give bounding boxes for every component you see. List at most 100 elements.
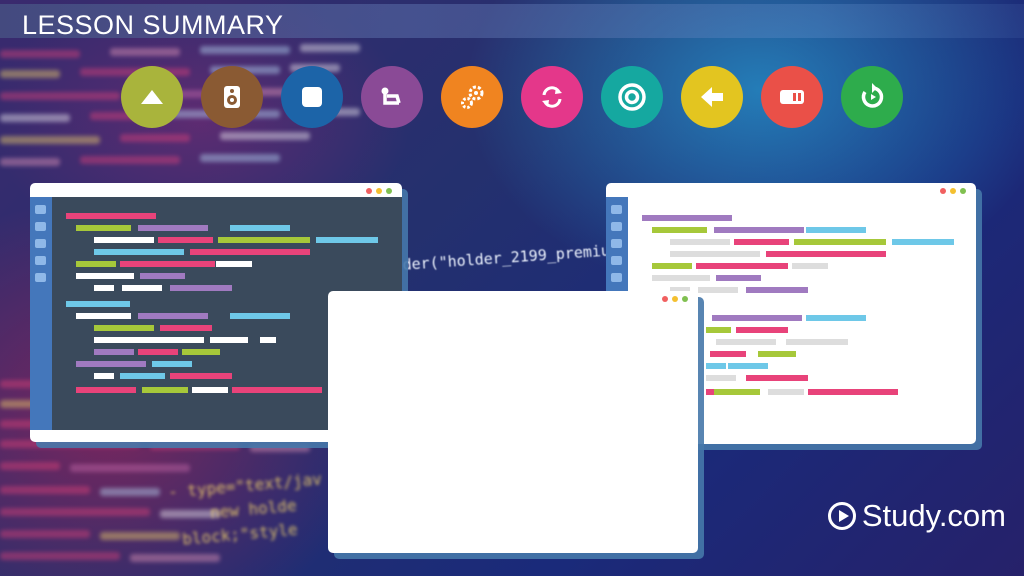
- logo-text: Study.com: [861, 498, 1006, 533]
- code-line: [218, 237, 310, 243]
- code-line: [642, 215, 732, 221]
- background-code-stroke: [0, 462, 60, 470]
- sidebar-file-icon: [35, 205, 46, 214]
- maximize-dot-icon: [960, 188, 966, 194]
- background-code-stroke: [110, 48, 180, 56]
- code-line: [158, 237, 213, 243]
- code-line: [892, 239, 954, 245]
- code-line: [746, 375, 808, 381]
- stop-square-icon: [281, 66, 343, 128]
- background-code-stroke: [100, 488, 160, 496]
- code-line: [76, 225, 131, 231]
- code-line: [758, 351, 796, 357]
- code-line: [94, 249, 184, 255]
- code-line: [812, 339, 848, 345]
- code-line: [766, 251, 886, 257]
- background-code-stroke: [250, 444, 310, 452]
- code-line: [160, 325, 212, 331]
- code-line: [768, 389, 804, 395]
- sidebar-file-icon: [35, 239, 46, 248]
- code-line: [76, 313, 131, 319]
- code-line: [670, 251, 760, 257]
- background-code-stroke: [0, 552, 120, 560]
- sidebar-file-icon: [35, 256, 46, 265]
- code-line: [714, 227, 804, 233]
- battery-icon: [761, 66, 823, 128]
- workflow-icon: [361, 66, 423, 128]
- code-line: [140, 273, 185, 279]
- close-dot-icon: [662, 296, 668, 302]
- code-line: [698, 287, 738, 293]
- code-line: [142, 387, 188, 393]
- code-line: [120, 261, 215, 267]
- background-code-stroke: [0, 486, 90, 494]
- code-line: [76, 261, 116, 267]
- code-line: [94, 349, 134, 355]
- code-line: [706, 327, 731, 333]
- code-line: [806, 227, 866, 233]
- background-code-stroke: [300, 44, 360, 52]
- refresh-icon: [521, 66, 583, 128]
- code-line: [66, 301, 130, 307]
- code-line: [66, 213, 156, 219]
- code-line: [190, 249, 310, 255]
- code-line: [714, 389, 760, 395]
- background-code-stroke: [0, 136, 100, 144]
- code-line: [94, 325, 154, 331]
- code-line: [710, 351, 746, 357]
- background-code-stroke: [70, 464, 190, 472]
- close-dot-icon: [366, 188, 372, 194]
- code-line: [670, 239, 730, 245]
- code-line: [808, 389, 898, 395]
- code-line: [94, 285, 114, 291]
- code-line: [794, 239, 886, 245]
- maximize-dot-icon: [386, 188, 392, 194]
- background-code-stroke: [0, 530, 90, 538]
- code-line: [716, 339, 776, 345]
- code-line: [76, 387, 136, 393]
- background-code-stroke: [0, 50, 80, 58]
- background-code-stroke: [150, 442, 240, 450]
- sidebar-file-icon: [35, 273, 46, 282]
- minimize-dot-icon: [950, 188, 956, 194]
- code-line: [94, 337, 204, 343]
- code-line: [170, 285, 232, 291]
- blank-window: [328, 291, 698, 553]
- sidebar-file-icon: [35, 222, 46, 231]
- icon-row: [0, 66, 1024, 128]
- background-code-stroke: [120, 134, 190, 142]
- arrow-left-icon: [681, 66, 743, 128]
- code-line: [230, 313, 290, 319]
- code-line: [182, 349, 220, 355]
- code-line: [76, 361, 146, 367]
- speaker-icon: [201, 66, 263, 128]
- title-bar: LESSON SUMMARY: [0, 4, 1024, 40]
- triangle-up-icon: [121, 66, 183, 128]
- code-line: [170, 373, 232, 379]
- editor-sidebar: [30, 197, 52, 430]
- code-line: [216, 261, 252, 267]
- close-dot-icon: [940, 188, 946, 194]
- page-title: LESSON SUMMARY: [22, 10, 284, 40]
- code-line: [76, 273, 134, 279]
- window-controls: [366, 188, 392, 194]
- code-line: [122, 285, 162, 291]
- code-line: [712, 315, 802, 321]
- code-line: [652, 263, 692, 269]
- code-line: [138, 349, 178, 355]
- maximize-dot-icon: [682, 296, 688, 302]
- code-line: [94, 373, 114, 379]
- code-line: [260, 337, 276, 343]
- background-code-stroke: [100, 532, 180, 540]
- code-line: [706, 363, 726, 369]
- background-code-stroke: [200, 46, 290, 54]
- code-line: [716, 275, 761, 281]
- code-line: [746, 287, 808, 293]
- code-line: [232, 387, 322, 393]
- study-com-logo: Study.com: [827, 498, 1006, 534]
- code-line: [138, 313, 208, 319]
- play-icon: [827, 502, 856, 530]
- minimize-dot-icon: [672, 296, 678, 302]
- code-line: [736, 327, 788, 333]
- code-line: [792, 263, 828, 269]
